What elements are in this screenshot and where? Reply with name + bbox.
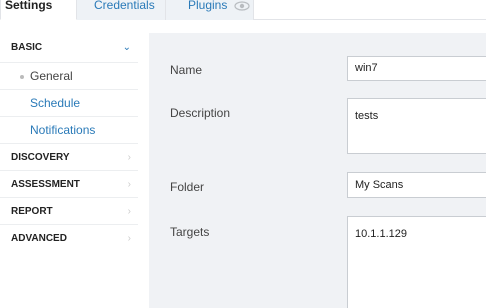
folder-select[interactable]: My Scans bbox=[347, 172, 486, 198]
chevron-right-icon: › bbox=[127, 152, 131, 163]
eye-icon bbox=[234, 1, 250, 11]
sidebar-section-label: DISCOVERY bbox=[11, 152, 70, 163]
sidebar-item-label: Notifications bbox=[30, 123, 96, 137]
chevron-down-icon: ⌄ bbox=[122, 42, 131, 53]
sidebar-section-label: ASSESSMENT bbox=[11, 179, 80, 190]
targets-label: Targets bbox=[170, 225, 210, 239]
chevron-right-icon: › bbox=[127, 179, 131, 190]
sidebar-section-basic[interactable]: BASIC ⌄ bbox=[0, 33, 138, 63]
tab-credentials[interactable]: Credentials bbox=[77, 0, 165, 20]
sidebar-section-advanced[interactable]: ADVANCED › bbox=[0, 225, 138, 252]
sidebar-section-discovery[interactable]: DISCOVERY › bbox=[0, 144, 138, 171]
chevron-right-icon: › bbox=[127, 206, 131, 217]
chevron-right-icon: › bbox=[127, 233, 131, 244]
tab-credentials-label: Credentials bbox=[94, 0, 155, 12]
scan-settings-page: Settings Credentials Plugins BASIC ⌄ Gen… bbox=[0, 0, 486, 308]
sidebar-section-report[interactable]: REPORT › bbox=[0, 198, 138, 225]
tab-settings-label: Settings bbox=[5, 0, 53, 12]
sidebar-item-label: Schedule bbox=[30, 96, 81, 110]
description-field[interactable]: tests bbox=[347, 98, 486, 154]
sidebar-item-label: General bbox=[30, 69, 73, 83]
sidebar-section-label: ADVANCED bbox=[11, 233, 67, 244]
targets-field[interactable]: 10.1.1.129 bbox=[347, 216, 486, 308]
sidebar-item-schedule[interactable]: Schedule bbox=[0, 90, 138, 117]
tab-bar: Settings Credentials Plugins bbox=[0, 0, 486, 20]
sidebar-item-notifications[interactable]: Notifications bbox=[0, 117, 138, 144]
settings-sidebar: BASIC ⌄ General Schedule Notifications D… bbox=[0, 33, 138, 308]
folder-label: Folder bbox=[170, 180, 205, 194]
sidebar-item-general[interactable]: General bbox=[0, 63, 138, 90]
name-label: Name bbox=[170, 63, 203, 77]
sidebar-section-basic-label: BASIC bbox=[11, 42, 43, 53]
tab-plugins-label: Plugins bbox=[188, 0, 228, 12]
bullet-icon bbox=[20, 75, 24, 79]
tab-plugins[interactable]: Plugins bbox=[165, 0, 254, 20]
name-field[interactable]: win7 bbox=[347, 56, 486, 81]
tab-settings[interactable]: Settings bbox=[0, 0, 77, 20]
settings-form-panel: Name win7 Description tests Folder My Sc… bbox=[149, 33, 486, 308]
sidebar-section-assessment[interactable]: ASSESSMENT › bbox=[0, 171, 138, 198]
description-label: Description bbox=[170, 106, 231, 120]
sidebar-section-label: REPORT bbox=[11, 206, 53, 217]
